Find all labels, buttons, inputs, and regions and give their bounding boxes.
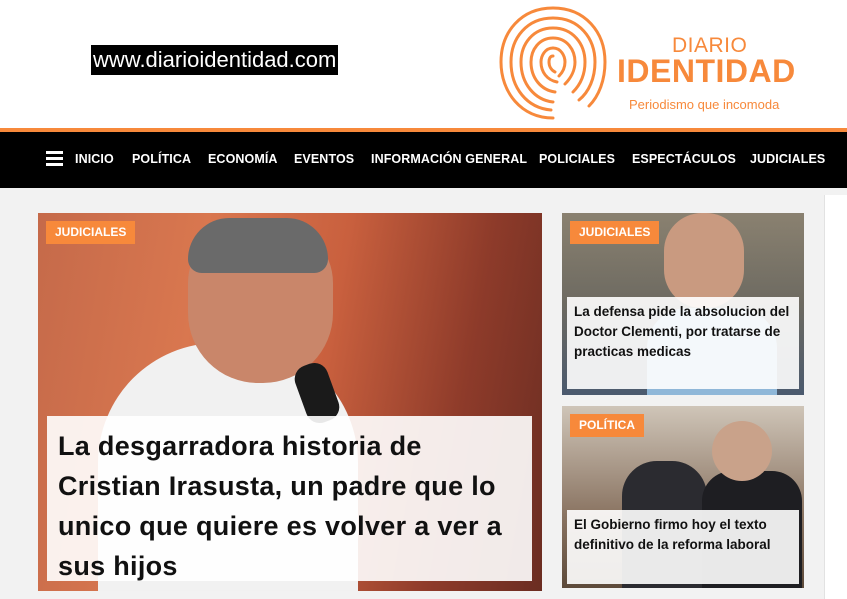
story-3-headline[interactable]: El Gobierno firmo hoy el texto definitiv… <box>567 510 799 584</box>
story-3-category-badge[interactable]: POLÍTICA <box>570 414 644 437</box>
image-face-shape <box>664 213 744 308</box>
main-story-category-badge[interactable]: JUDICIALES <box>46 221 136 244</box>
image-hair-shape <box>188 218 328 273</box>
logo-identidad-text[interactable]: IDENTIDAD <box>617 53 796 90</box>
hamburger-menu-icon[interactable] <box>46 151 63 166</box>
fingerprint-logo-icon[interactable] <box>493 0 613 125</box>
story-2-headline[interactable]: La defensa pide la absolucion del Doctor… <box>567 297 799 389</box>
site-url[interactable]: www.diarioidentidad.com <box>91 45 339 75</box>
nav-item-judiciales[interactable]: JUDICIALES <box>750 152 825 166</box>
sidebar-card <box>824 195 847 599</box>
main-story-headline[interactable]: La desgarradora historia de Cristian Ira… <box>47 416 532 581</box>
site-header: www.diarioidentidad.com DIARIO IDENTIDAD… <box>0 0 847 129</box>
nav-item-economia[interactable]: ECONOMÍA <box>208 152 278 166</box>
main-navigation: INICIO POLÍTICA ECONOMÍA EVENTOS INFORMA… <box>0 132 847 188</box>
image-face-shape <box>712 421 772 481</box>
logo-tagline: Periodismo que incomoda <box>629 97 780 112</box>
nav-item-eventos[interactable]: EVENTOS <box>294 152 354 166</box>
nav-item-espectaculos[interactable]: ESPECTÁCULOS <box>632 152 736 166</box>
nav-item-informacion-general[interactable]: INFORMACIÓN GENERAL <box>371 152 527 166</box>
story-2-category-badge[interactable]: JUDICIALES <box>570 221 660 244</box>
nav-item-inicio[interactable]: INICIO <box>75 152 114 166</box>
nav-item-policiales[interactable]: POLICIALES <box>539 152 615 166</box>
nav-item-politica[interactable]: POLÍTICA <box>132 152 191 166</box>
